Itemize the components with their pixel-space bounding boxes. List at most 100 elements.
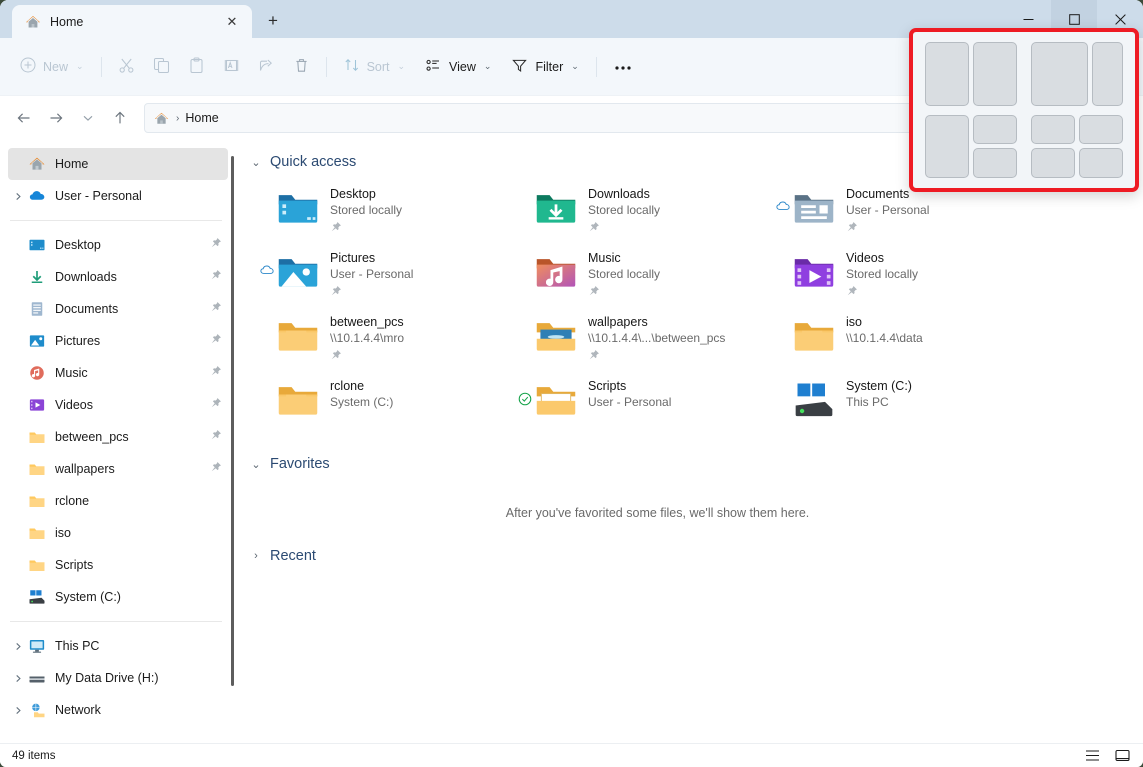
sidebar-item-pictures[interactable]: Pictures xyxy=(8,325,228,357)
snap-zone[interactable] xyxy=(925,42,969,106)
quick-access-item[interactable]: rclone System (C:) xyxy=(258,370,486,434)
rename-button[interactable] xyxy=(214,50,249,84)
sidebar-item-home[interactable]: Home xyxy=(8,148,228,180)
sidebar-item-label: Home xyxy=(55,157,89,171)
view-button[interactable]: View ⌄ xyxy=(415,50,501,84)
quick-access-item[interactable]: Desktop Stored locally xyxy=(258,178,486,242)
home-icon xyxy=(24,13,42,31)
snap-layout-left-full-right-split[interactable] xyxy=(925,114,1017,178)
chevron-right-icon[interactable] xyxy=(8,706,28,715)
chevron-right-icon[interactable] xyxy=(8,192,28,201)
list-view-button[interactable] xyxy=(1079,746,1105,766)
sidebar-item-downloads[interactable]: Downloads xyxy=(8,261,228,293)
new-tab-button[interactable]: + xyxy=(258,6,288,36)
snap-layout-large-left-small-right[interactable] xyxy=(1031,42,1123,106)
breadcrumb-home[interactable]: Home xyxy=(185,111,218,125)
sidebar-item-label: Downloads xyxy=(55,270,117,284)
back-button[interactable] xyxy=(8,102,40,134)
sidebar-item-user-personal[interactable]: User - Personal xyxy=(8,180,228,212)
details-pane-button[interactable] xyxy=(1109,746,1135,766)
sidebar-item-my-data-drive-h[interactable]: My Data Drive (H:) xyxy=(8,662,228,694)
quick-access-item[interactable]: iso \\10.1.4.4\data xyxy=(774,306,1002,370)
snap-zone[interactable] xyxy=(1091,42,1123,106)
quick-access-item[interactable]: Scripts User - Personal xyxy=(516,370,744,434)
documents-icon xyxy=(28,300,46,318)
share-button[interactable] xyxy=(249,50,284,84)
sidebar-item-label: This PC xyxy=(55,639,100,653)
folder-generic-icon xyxy=(276,378,320,422)
downloads-icon xyxy=(28,268,46,286)
snap-layout-two-equal-columns[interactable] xyxy=(925,42,1017,106)
sidebar-item-scripts[interactable]: Scripts xyxy=(8,549,228,581)
sidebar-item-documents[interactable]: Documents xyxy=(8,293,228,325)
pin-icon xyxy=(846,284,918,302)
new-button[interactable]: New ⌄ xyxy=(10,50,94,84)
sidebar-item-desktop[interactable]: Desktop xyxy=(8,229,228,261)
quick-access-item[interactable]: between_pcs \\10.1.4.4\mro xyxy=(258,306,486,370)
quick-access-item[interactable]: Downloads Stored locally xyxy=(516,178,744,242)
snap-zone[interactable] xyxy=(1031,42,1088,106)
sidebar-divider xyxy=(10,621,222,622)
snap-zone[interactable] xyxy=(1031,114,1075,145)
filter-label: Filter xyxy=(535,59,564,74)
snap-zone[interactable] xyxy=(973,42,1017,106)
chevron-right-icon[interactable] xyxy=(8,674,28,683)
quick-access-item-location: Stored locally xyxy=(846,267,919,281)
quick-access-item-location: \\10.1.4.4\data xyxy=(846,331,923,345)
sidebar-item-label: User - Personal xyxy=(55,189,142,203)
chevron-down-icon: ⌄ xyxy=(571,61,579,71)
delete-button[interactable] xyxy=(284,50,319,84)
sidebar-item-label: System (C:) xyxy=(55,590,121,604)
sidebar-scrollbar[interactable] xyxy=(231,156,234,686)
sidebar-item-system-c[interactable]: System (C:) xyxy=(8,581,228,613)
recent-header[interactable]: › Recent xyxy=(250,548,1125,564)
sidebar-item-wallpapers[interactable]: wallpapers xyxy=(8,453,228,485)
filter-button[interactable]: Filter ⌄ xyxy=(501,50,588,84)
pin-icon xyxy=(210,364,222,382)
snap-zone[interactable] xyxy=(925,114,969,178)
sidebar-item-this-pc[interactable]: This PC xyxy=(8,630,228,662)
quick-access-item-location: \\10.1.4.4\...\between_pcs xyxy=(588,331,726,345)
sidebar-item-videos[interactable]: Videos xyxy=(8,389,228,421)
sort-label: Sort xyxy=(366,59,390,74)
quick-access-item-location: \\10.1.4.4\mro xyxy=(330,331,405,345)
toolbar-divider-2 xyxy=(325,56,327,77)
chevron-right-icon[interactable] xyxy=(8,642,28,651)
sidebar-item-network[interactable]: Network xyxy=(8,694,228,726)
scissors-icon xyxy=(118,57,135,77)
sidebar-item-rclone[interactable]: rclone xyxy=(8,485,228,517)
quick-access-item[interactable]: System (C:) This PC xyxy=(774,370,1002,434)
sidebar-item-iso[interactable]: iso xyxy=(8,517,228,549)
snap-zone[interactable] xyxy=(973,148,1017,178)
quick-access-item[interactable]: Music Stored locally xyxy=(516,242,744,306)
folder-icon xyxy=(28,460,46,478)
quick-access-item-name: Music xyxy=(588,251,621,265)
folder-generic-icon xyxy=(792,314,836,358)
forward-button[interactable] xyxy=(40,102,72,134)
snap-zone[interactable] xyxy=(1079,148,1123,178)
sidebar-item-between-pcs[interactable]: between_pcs xyxy=(8,421,228,453)
paste-button[interactable] xyxy=(179,50,214,84)
snap-zone[interactable] xyxy=(1031,148,1075,178)
sidebar-item-music[interactable]: Music xyxy=(8,357,228,389)
quick-access-item[interactable]: Pictures User - Personal xyxy=(258,242,486,306)
cut-button[interactable] xyxy=(109,50,144,84)
snap-layout-four-quadrants[interactable] xyxy=(1031,114,1123,178)
quick-access-item[interactable]: Videos Stored locally xyxy=(774,242,1002,306)
recent-locations-button[interactable] xyxy=(72,102,104,134)
up-button[interactable] xyxy=(104,102,136,134)
favorites-header[interactable]: ⌄ Favorites xyxy=(250,456,1125,472)
quick-access-item-location: Stored locally xyxy=(588,203,661,217)
quick-access-item[interactable]: wallpapers \\10.1.4.4\...\between_pcs xyxy=(516,306,744,370)
copy-button[interactable] xyxy=(144,50,179,84)
close-icon[interactable]: ✕ xyxy=(220,10,244,34)
snap-zone[interactable] xyxy=(1079,114,1123,145)
pin-icon xyxy=(210,332,222,350)
sidebar-item-label: Documents xyxy=(55,302,119,316)
tab-home[interactable]: Home ✕ xyxy=(12,5,252,38)
snap-zone[interactable] xyxy=(973,114,1017,145)
navigation-pane: Home User - Personal Desktop Downloads Docum… xyxy=(0,140,236,743)
sort-button[interactable]: Sort ⌄ xyxy=(334,50,415,84)
more-options-button[interactable] xyxy=(604,50,642,84)
sidebar-divider xyxy=(10,220,222,221)
